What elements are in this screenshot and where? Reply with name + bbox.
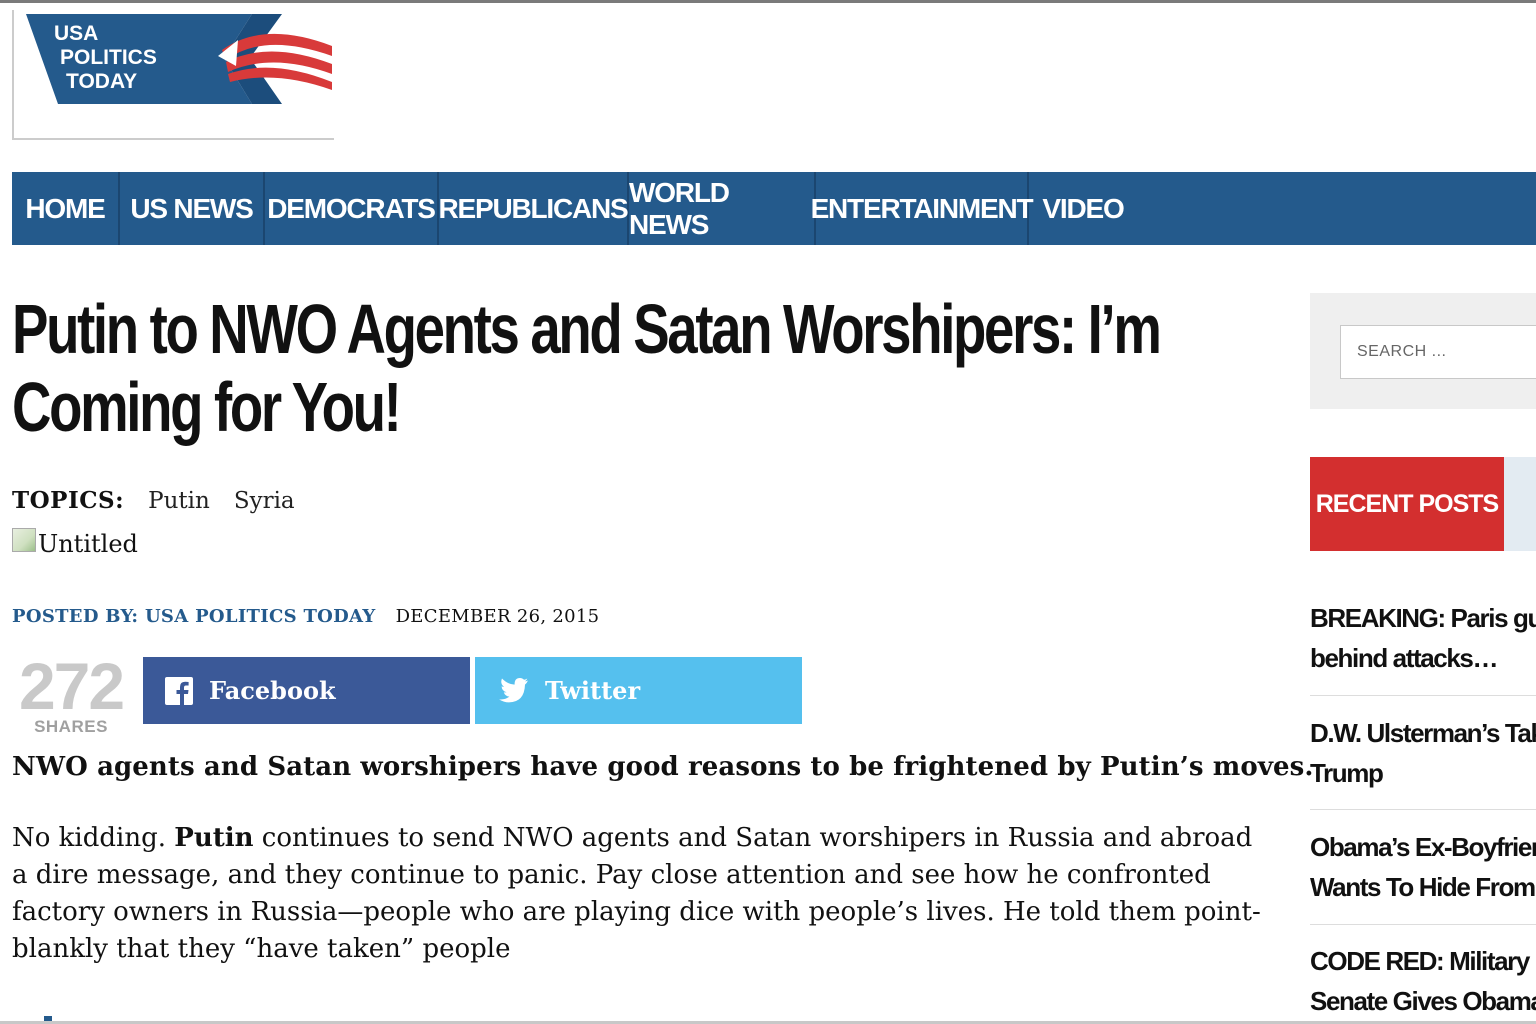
post-date: DECEMBER 26, 2015 [395,606,600,627]
nav-label: WORLD NEWS [629,176,730,240]
search-input[interactable]: SEARCH ... [1340,325,1536,379]
broken-image-icon [12,528,36,552]
logo-text-politics: POLITICS [60,46,157,69]
topic-tag-syria[interactable]: Syria [234,488,295,514]
nav-label: HOME [25,192,105,224]
recent-post-line: BREAKING: Paris gunm [1310,603,1536,633]
topic-tag-putin[interactable]: Putin [148,488,210,514]
article-body-paragraph: No kidding. Putin continues to send NWO … [12,820,1262,968]
nav-label: REPUBLICANS [438,192,628,224]
logo-text-today: TODAY [66,70,137,93]
byline: POSTED BY: USA POLITICS TODAY DECEMBER 2… [12,606,599,627]
nav-item-video[interactable]: VIDEO [1029,172,1137,245]
recent-post-line: CODE RED: Military Mar [1310,946,1536,976]
facebook-label: Facebook [209,676,336,705]
nav-label: ENTERTAINMENT [810,192,1034,224]
nav-item-republicans[interactable]: REPUBLICANS [438,172,629,245]
facebook-share-button[interactable]: Facebook [143,657,470,724]
article-image-broken: Untitled [12,528,138,558]
divider [1310,809,1536,810]
topics-label: TOPICS: [12,487,125,514]
nav-item-world-news[interactable]: WORLD NEWS [629,172,816,245]
recent-post-line: Senate Gives Obama U [1310,986,1536,1016]
logo-text-usa: USA [54,22,98,45]
recent-post-line: behind attacks… [1310,643,1498,673]
recent-post-line: Obama’s Ex-Boyfriend [1310,832,1536,862]
topics-row: TOPICS: Putin Syria [12,487,295,514]
divider [1310,924,1536,925]
twitter-icon [497,677,529,705]
nav-item-home[interactable]: HOME [12,172,120,245]
recent-post-item[interactable]: Obama’s Ex-Boyfriend Wants To Hide From … [1310,827,1536,907]
site-logo[interactable]: USA POLITICS TODAY [12,10,334,140]
nav-label: DEMOCRATS [267,192,436,224]
nav-label: VIDEO [1042,192,1124,224]
tab-next[interactable] [1504,457,1536,551]
search-widget: SEARCH ... [1310,293,1536,409]
main-nav: HOME US NEWS DEMOCRATS REPUBLICANS WORLD… [12,172,1536,245]
share-count-number: 272 [18,649,125,723]
logo-graphic: USA POLITICS TODAY [26,14,332,104]
body-intro: No kidding. [12,823,175,853]
nav-item-us-news[interactable]: US NEWS [120,172,265,245]
divider [1310,695,1536,696]
tab-recent-posts[interactable]: RECENT POSTS [1310,457,1504,551]
twitter-share-button[interactable]: Twitter [475,657,802,724]
recent-post-line: Trump [1310,758,1384,788]
posted-by-link[interactable]: POSTED BY: USA POLITICS TODAY [12,606,376,627]
nav-item-democrats[interactable]: DEMOCRATS [265,172,439,245]
nav-label: US NEWS [130,192,253,224]
facebook-icon [165,676,193,705]
image-alt-text: Untitled [38,530,138,558]
recent-post-line: D.W. Ulsterman’s Take [1310,718,1536,748]
recent-post-item[interactable]: D.W. Ulsterman’s Take Trump [1310,713,1536,793]
share-count: 272 SHARES [12,649,130,737]
recent-post-item[interactable]: BREAKING: Paris gunm behind attacks… [1310,598,1536,678]
twitter-label: Twitter [545,676,641,705]
body-bold-putin: Putin [174,823,254,853]
top-border [0,0,1536,3]
recent-post-item[interactable]: CODE RED: Military Mar Senate Gives Obam… [1310,941,1536,1021]
article-title: Putin to NWO Agents and Satan Worshipers… [12,290,1162,446]
article-lead: NWO agents and Satan worshipers have goo… [12,752,1314,782]
nav-item-entertainment[interactable]: ENTERTAINMENT [811,172,1034,245]
recent-post-line: Wants To Hide From An [1310,872,1536,902]
